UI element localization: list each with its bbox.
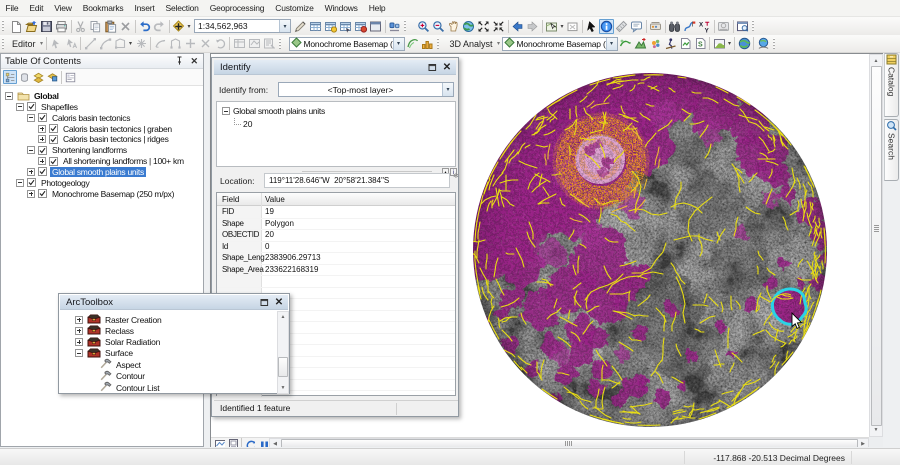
svg-text:X: X xyxy=(699,21,704,28)
svg-text:S: S xyxy=(698,42,703,49)
svg-text:Y: Y xyxy=(705,27,710,33)
